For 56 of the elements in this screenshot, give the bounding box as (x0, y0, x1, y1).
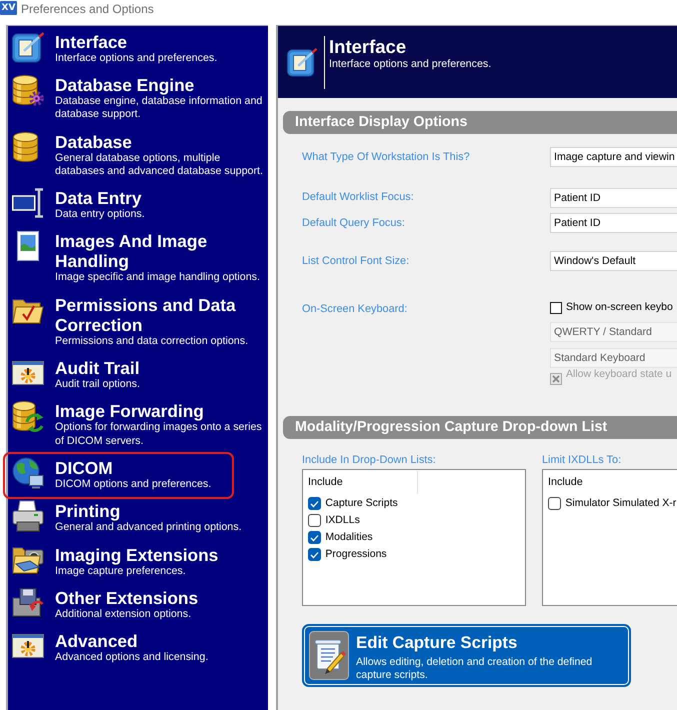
sidebar-item[interactable]: Interface Interface options and preferences. (8, 32, 268, 65)
input-field[interactable]: Patient ID (550, 188, 677, 208)
sidebar-item[interactable]: Database General database options, multiple databases and advanced database support. (8, 132, 268, 178)
checkbox-label: IXDLLs (325, 514, 360, 528)
app-logo: XV (0, 1, 17, 15)
sidebar-item[interactable]: Imaging Extensions Image capture preferences. (8, 544, 268, 578)
computer-arrow-icon (12, 586, 44, 619)
database-arrows-icon (12, 400, 44, 432)
field-label: List Control Font Size: (302, 254, 410, 268)
column-header: Include (303, 470, 418, 494)
sidebar-item[interactable]: Data Entry Data entry options. (8, 188, 268, 222)
checkbox[interactable] (308, 497, 321, 510)
checkbox-label: Modalities (325, 531, 373, 544)
scroll-pencil-icon (309, 630, 349, 680)
window-pen-icon (287, 47, 317, 77)
sidebar-item[interactable]: Advanced Advanced options and licensing. (8, 631, 268, 664)
input-field[interactable]: Patient ID (550, 213, 677, 234)
sidebar-item[interactable]: Image Forwarding Options for forwarding images onto a series of DICOM servers. (8, 401, 268, 448)
sidebar-item[interactable]: Images And Image Handling Image specific and image handling options. (8, 231, 268, 285)
page-title: Interface (329, 36, 408, 58)
checkbox-label: Simulator Simulated X-r (565, 497, 676, 510)
text-cursor-field-icon (12, 187, 44, 220)
printer-icon (12, 500, 44, 532)
sidebar-item[interactable]: Database Engine Database engine, database information and database support. (8, 74, 268, 122)
sidebar-item[interactable]: Printing General and advanced printing options. (8, 501, 268, 535)
database-gear-icon (12, 74, 44, 106)
database-icon (12, 130, 39, 163)
field-label: Default Worklist Focus: (302, 191, 415, 204)
edit-scripts-button[interactable]: Edit Capture Scripts Allows editing, deletion and creation of the defined capture scripts. (302, 624, 631, 687)
checkbox[interactable] (548, 497, 561, 510)
section-header: Interface Display Options (283, 111, 677, 134)
checkbox[interactable] (308, 548, 321, 562)
column-header: Include (547, 475, 584, 490)
checkbox[interactable] (308, 531, 321, 544)
window-pen-icon (12, 30, 44, 63)
globe-monitor-icon (12, 456, 44, 489)
field-label: What Type Of Workstation Is This? (302, 150, 471, 164)
field-label: Default Query Focus: (302, 216, 406, 230)
field-label: Limit IXDLLs To: (542, 454, 622, 467)
field-label: On-Screen Keyboard: (302, 302, 408, 316)
checkbox-label: Allow keyboard state u (566, 368, 672, 382)
checkbox-label: Capture Scripts (325, 497, 398, 510)
sidebar-item[interactable]: Audit Trail Audit trail options. (8, 358, 268, 392)
checkbox[interactable] (308, 514, 321, 528)
page-description: Interface options and preferences. (329, 58, 492, 71)
section-header: Modality/Progression Capture Drop-down List (283, 416, 677, 439)
field-label: Include In Drop-Down Lists: (302, 454, 437, 467)
sidebar-item[interactable]: Other Extensions Additional extension options. (8, 588, 268, 622)
checkbox-label: Show on-screen keybo (566, 301, 673, 314)
window-title: Preferences and Options (21, 1, 154, 17)
checkbox[interactable] (550, 302, 562, 314)
checkbox-label: Progressions (325, 548, 387, 562)
sidebar-item[interactable]: Permissions and Data Correction Permissions and data correction options. (8, 294, 268, 348)
input-field[interactable]: Image capture and viewin (550, 147, 677, 167)
input-field[interactable]: Window's Default (550, 251, 677, 272)
sidebar-item[interactable]: DICOM DICOM options and preferences. (8, 458, 268, 492)
